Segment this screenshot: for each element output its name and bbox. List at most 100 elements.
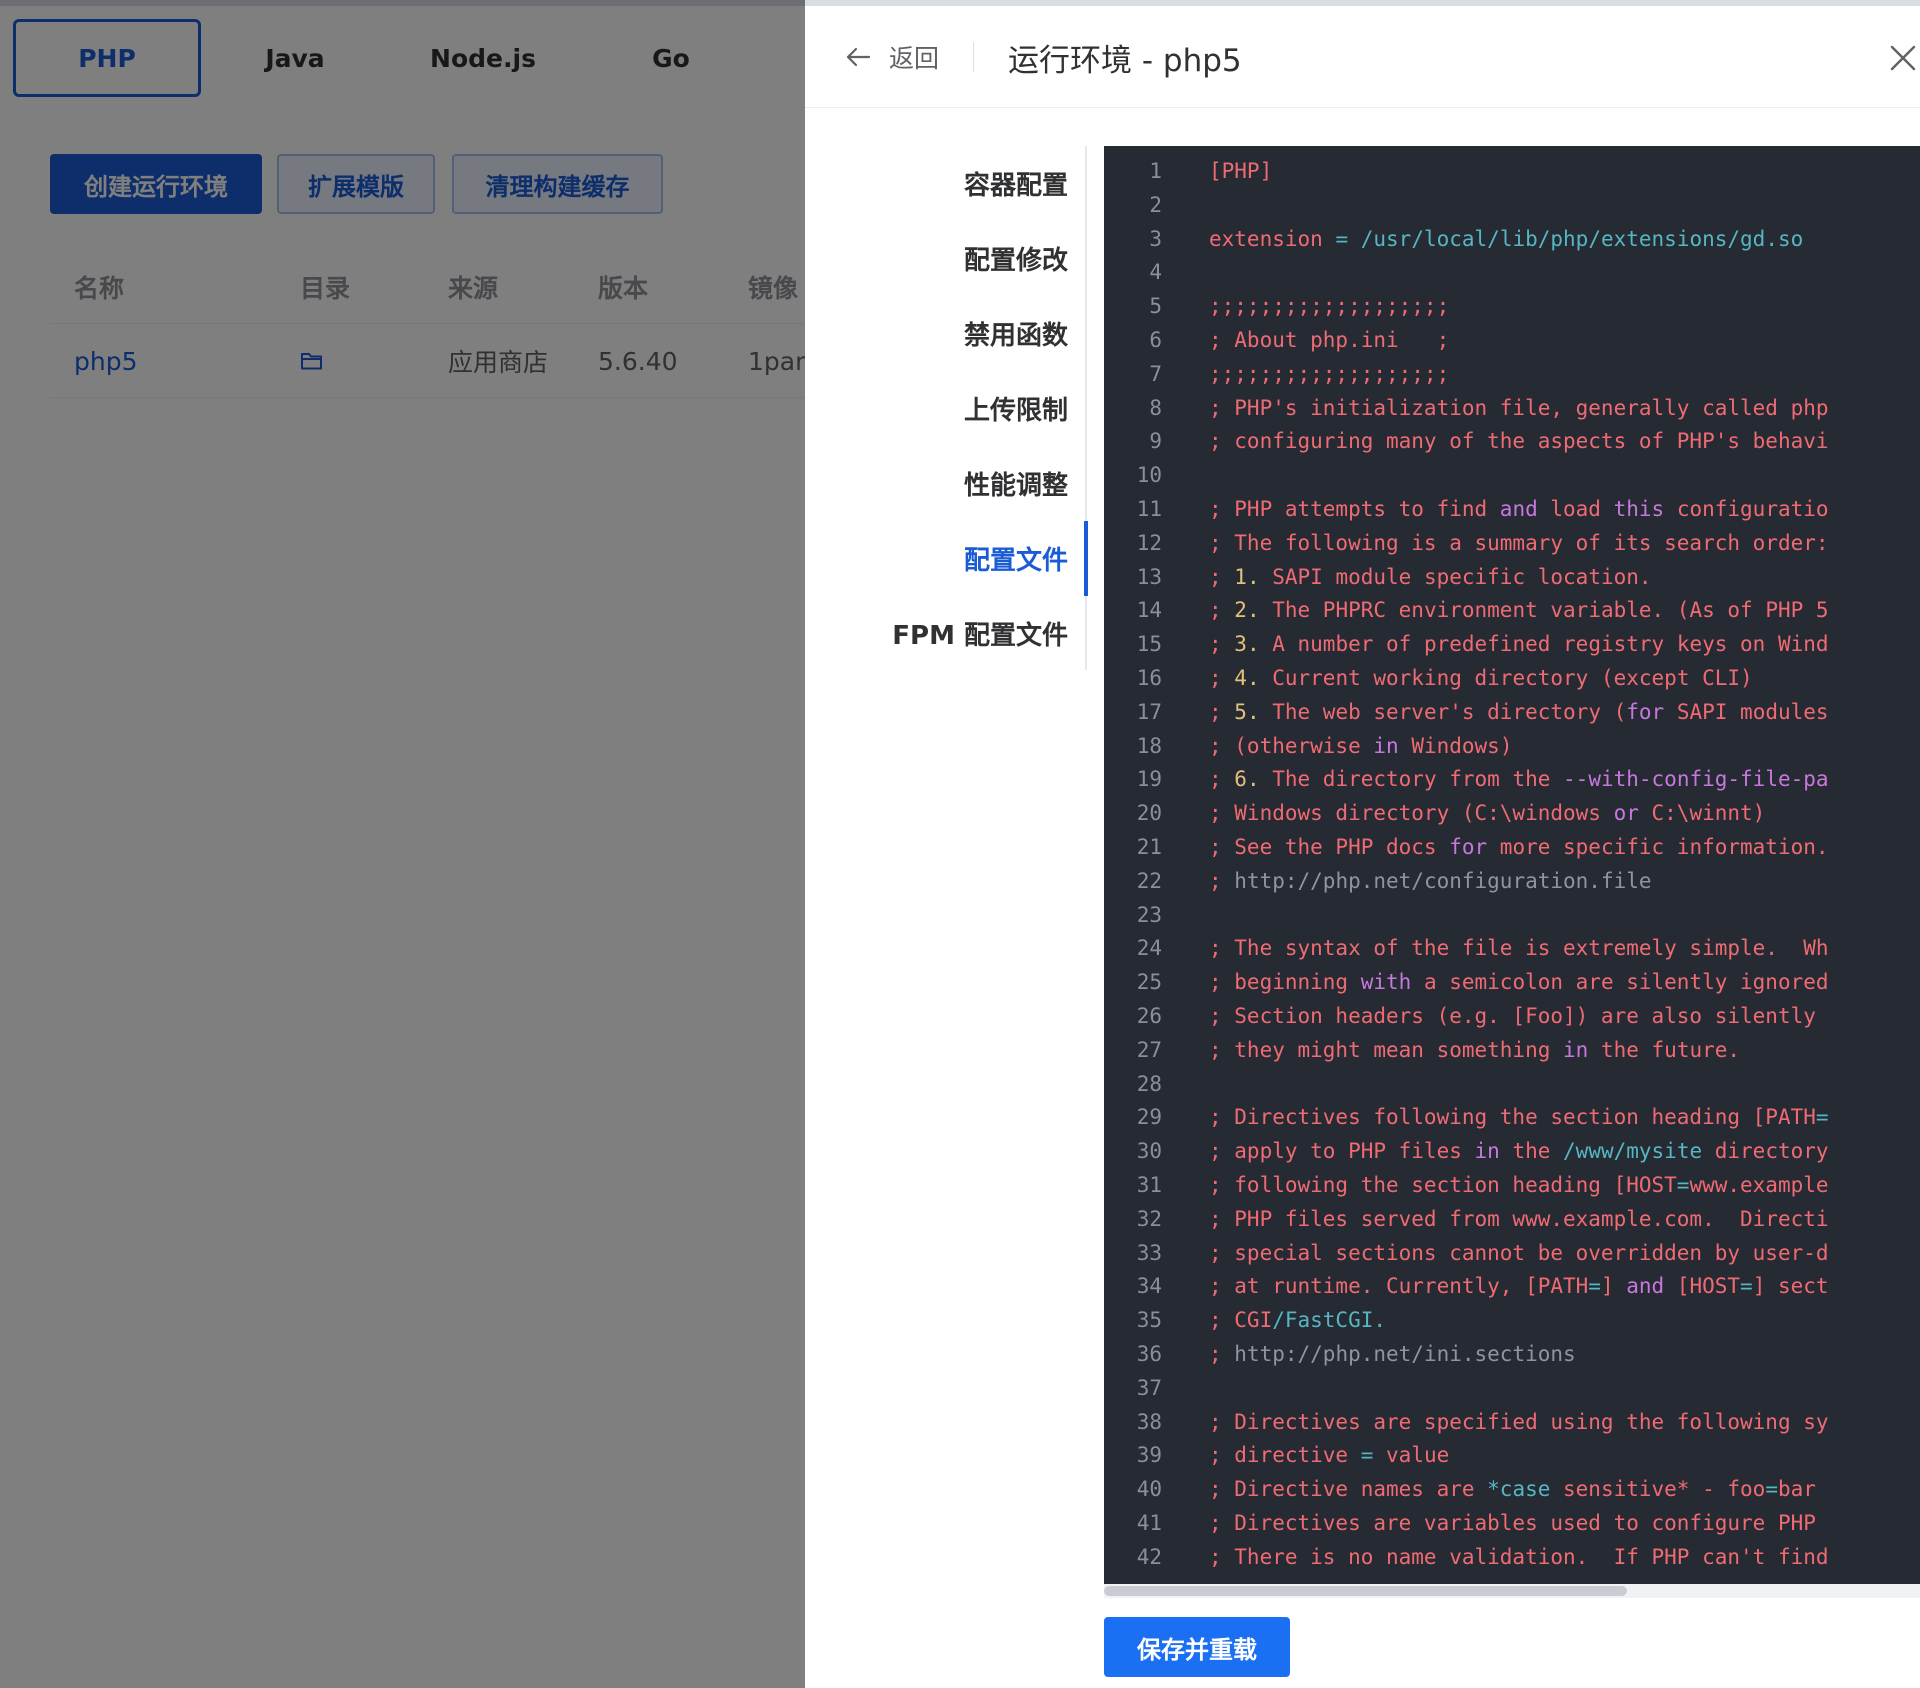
editor-line[interactable]: 33 ; special sections cannot be overridde… [1104,1236,1920,1270]
editor-line[interactable]: 13 ; 1. SAPI module specific location. [1104,560,1920,594]
editor-line[interactable]: 41 ; Directives are variables used to con… [1104,1506,1920,1540]
line-text: ; 6. The directory from the --with-confi… [1209,767,1829,792]
editor-line[interactable]: 17 ; 5. The web server's directory (for S… [1104,695,1920,729]
nav-item-config-edit[interactable]: 配置修改 [964,221,1068,296]
config-side-nav: 容器配置 配置修改 禁用函数 上传限制 性能调整 配置文件 FPM 配置文件 [805,146,1088,670]
editor-line[interactable]: 8 ; PHP's initialization file, generally … [1104,391,1920,425]
editor-line[interactable]: 16 ; 4. Current working directory (except… [1104,661,1920,695]
line-number: 2 [1149,192,1162,217]
line-number: 29 [1136,1105,1162,1130]
line-text: ; they might mean something in the futur… [1209,1037,1741,1062]
editor-line[interactable]: 27 ; they might mean something in the fut… [1104,1033,1920,1067]
editor-line[interactable]: 6 ; About php.ini ; [1104,323,1920,357]
line-number: 15 [1136,632,1162,657]
line-number: 18 [1136,733,1162,758]
line-number: 38 [1136,1409,1162,1434]
nav-item-container-config[interactable]: 容器配置 [964,146,1068,221]
line-text: ; PHP attempts to find and load this con… [1209,497,1829,521]
line-number: 36 [1136,1342,1162,1366]
editor-line[interactable]: 3 extension = /usr/local/lib/php/extensio… [1104,222,1920,256]
editor-line[interactable]: 25 ; beginning with a semicolon are silen… [1104,965,1920,999]
nav-item-config-file[interactable]: 配置文件 [964,521,1068,596]
line-text: ; directive = value [1209,1443,1450,1468]
line-number: 4 [1149,260,1162,285]
line-number: 13 [1136,564,1162,589]
editor-line[interactable]: 7;;;;;;;;;;;;;;;;;;; [1104,357,1920,391]
editor-line[interactable]: 14 ; 2. The PHPRC environment variable. (… [1104,593,1920,627]
editor-line[interactable]: 15 ; 3. A number of predefined registry k… [1104,627,1920,661]
line-text: ; CGI/FastCGI. [1209,1308,1387,1333]
editor-line[interactable]: 26 ; Section headers (e.g. [Foo]) are als… [1104,999,1920,1033]
line-number: 35 [1136,1308,1162,1333]
editor-line[interactable]: 42 ; There is no name validation. If PHP … [1104,1540,1920,1574]
back-arrow-icon [845,46,871,68]
editor-line[interactable]: 10 [1104,458,1920,492]
editor-line[interactable]: 38 ; Directives are specified using the f… [1104,1405,1920,1439]
line-text: ; at runtime. Currently, [PATH=] and [HO… [1209,1274,1829,1299]
close-icon[interactable] [1889,44,1917,72]
line-number: 11 [1136,497,1162,521]
scrollbar-thumb[interactable] [1104,1586,1627,1596]
back-button[interactable]: 返回 [845,6,939,108]
line-text: ;;;;;;;;;;;;;;;;;;; [1209,361,1450,386]
back-label: 返回 [889,44,940,73]
editor-line[interactable]: 30 ; apply to PHP files in the /www/mysit… [1104,1134,1920,1168]
drawer-header: 返回 运行环境 - php5 [805,6,1920,108]
editor-line[interactable]: 39 ; directive = value [1104,1438,1920,1472]
editor-line[interactable]: 11 ; PHP attempts to find and load this c… [1104,492,1920,526]
line-number: 37 [1136,1375,1162,1400]
editor-line[interactable]: 40 ; Directive names are *case sensitive*… [1104,1472,1920,1506]
editor-line[interactable]: 37 [1104,1371,1920,1405]
nav-item-disabled-functions[interactable]: 禁用函数 [964,296,1068,371]
editor-line[interactable]: 32 ; PHP files served from www.example.co… [1104,1202,1920,1236]
editor-horizontal-scrollbar[interactable] [1104,1584,1920,1598]
line-text: ; configuring many of the aspects of PHP… [1209,429,1829,454]
line-text: ; Directive names are *case sensitive* -… [1209,1477,1816,1502]
line-number: 10 [1136,463,1162,488]
editor-line[interactable]: 5;;;;;;;;;;;;;;;;;;; [1104,289,1920,323]
editor-line[interactable]: 31 ; following the section heading [HOST=… [1104,1168,1920,1202]
editor-line[interactable]: 4 [1104,255,1920,289]
line-text: ; There is no name validation. If PHP ca… [1209,1544,1829,1569]
drawer-overlay-mask[interactable] [0,0,805,1688]
editor-line[interactable]: 20 ; Windows directory (C:\windows or C:\… [1104,796,1920,830]
editor-line[interactable]: 21 ; See the PHP docs for more specific i… [1104,830,1920,864]
editor-line[interactable]: 18 ; (otherwise in Windows) [1104,729,1920,763]
editor-line[interactable]: 34 ; at runtime. Currently, [PATH=] and [… [1104,1269,1920,1303]
line-number: 26 [1136,1004,1162,1028]
nav-item-upload-limit[interactable]: 上传限制 [964,371,1068,446]
editor-line[interactable]: 22 ; http://php.net/configuration.file [1104,864,1920,898]
nav-active-indicator [1084,521,1088,596]
editor-line[interactable]: 12 ; The following is a summary of its se… [1104,526,1920,560]
line-number: 3 [1149,226,1162,251]
editor-line[interactable]: 36 ; http://php.net/ini.sections [1104,1337,1920,1371]
line-text: ; 3. A number of predefined registry key… [1209,632,1829,657]
nav-item-fpm-config-file[interactable]: FPM 配置文件 [892,596,1068,671]
config-file-editor[interactable]: 1 [PHP] 2 3 extension = /usr/local/lib/php/e… [1104,146,1920,1584]
line-number: 17 [1136,699,1162,724]
editor-line[interactable]: 28 [1104,1067,1920,1101]
editor-line[interactable]: 1 [PHP] [1104,154,1920,188]
editor-line[interactable]: 19 ; 6. The directory from the --with-con… [1104,762,1920,796]
editor-line[interactable]: 9 ; configuring many of the aspects of PH… [1104,424,1920,458]
line-number: 31 [1136,1173,1162,1197]
line-number: 42 [1136,1544,1162,1569]
editor-line[interactable]: 35 ; CGI/FastCGI. [1104,1303,1920,1337]
runtime-config-drawer: 返回 运行环境 - php5 容器配置 配置修改 禁用函数 上传限制 性能调整 … [805,0,1920,1688]
line-number: 6 [1149,328,1162,352]
line-text: ; Windows directory (C:\windows or C:\wi… [1209,801,1766,826]
line-text: ; Directives following the section headi… [1209,1105,1829,1130]
editor-line[interactable]: 23 [1104,898,1920,932]
editor-line[interactable]: 24 ; The syntax of the file is extremely … [1104,931,1920,965]
line-text: ; 4. Current working directory (except C… [1209,666,1753,690]
editor-line[interactable]: 29 ; Directives following the section hea… [1104,1100,1920,1134]
editor-line[interactable]: 2 [1104,188,1920,222]
line-text: ; About php.ini ; [1209,328,1450,352]
line-text: ; following the section heading [HOST=ww… [1209,1173,1829,1197]
line-text: extension = /usr/local/lib/php/extension… [1209,226,1804,251]
line-text: ; 5. The web server's directory (for SAP… [1209,699,1829,724]
line-text: ; The following is a summary of its sear… [1209,530,1829,555]
save-and-reload-button[interactable]: 保存并重载 [1104,1617,1290,1677]
line-number: 8 [1149,395,1162,420]
nav-item-performance-tuning[interactable]: 性能调整 [964,446,1068,521]
